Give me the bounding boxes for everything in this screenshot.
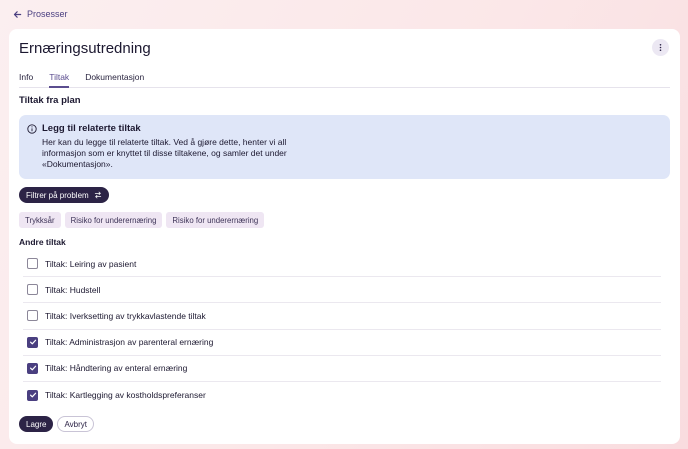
page-title: Ernæringsutredning: [19, 40, 151, 57]
content-card: Ernæringsutredning Info Tiltak Dokumenta…: [9, 29, 680, 444]
tab-info[interactable]: Info: [19, 70, 33, 87]
checkbox[interactable]: [27, 310, 38, 322]
form-actions: Lagre Avbryt: [19, 416, 94, 432]
back-link[interactable]: Prosesser: [13, 9, 68, 19]
list-item[interactable]: Tiltak: Leiring av pasient: [23, 251, 661, 278]
arrow-left-icon: [13, 10, 22, 18]
tab-bar: Info Tiltak Dokumentasjon: [19, 70, 670, 88]
problem-chips: Trykksår Risiko for underernæring Risiko…: [19, 212, 265, 228]
info-icon: [27, 124, 37, 134]
list-item-label: Tiltak: Hudstell: [45, 284, 101, 295]
more-vertical-icon: [659, 43, 662, 52]
tab-dokumentasjon[interactable]: Dokumentasjon: [85, 70, 144, 87]
list-item[interactable]: Tiltak: Kartlegging av kostholdspreferan…: [23, 382, 661, 408]
checkbox[interactable]: [27, 258, 38, 270]
list-item-label: Tiltak: Iverksetting av trykkavlastende …: [45, 310, 206, 321]
problem-chip[interactable]: Risiko for underernæring: [64, 212, 163, 228]
tab-tiltak[interactable]: Tiltak: [49, 70, 70, 88]
measures-list: Tiltak: Leiring av pasient Tiltak: Hudst…: [23, 251, 661, 408]
filter-by-problem-button[interactable]: Filtrer på problem: [19, 187, 109, 203]
list-item-label: Tiltak: Kartlegging av kostholdspreferan…: [45, 390, 206, 401]
more-options-button[interactable]: [652, 39, 669, 56]
list-item[interactable]: Tiltak: Administrasjon av parenteral ern…: [23, 330, 661, 356]
checkmark-icon: [29, 339, 36, 345]
filter-button-label: Filtrer på problem: [26, 190, 89, 200]
save-button[interactable]: Lagre: [19, 416, 54, 432]
other-measures-title: Andre tiltak: [19, 237, 66, 247]
checkbox-checked[interactable]: [27, 336, 38, 348]
list-item-label: Tiltak: Håndtering av enteral ernæring: [45, 363, 188, 374]
info-banner: Legg til relaterte tiltak Her kan du leg…: [19, 115, 670, 179]
list-item-label: Tiltak: Leiring av pasient: [45, 258, 137, 269]
list-item[interactable]: Tiltak: Hudstell: [23, 277, 661, 304]
problem-chip[interactable]: Trykksår: [19, 212, 61, 228]
info-banner-text: Her kan du legge til relaterte tiltak. V…: [42, 137, 287, 169]
problem-chip[interactable]: Risiko for underernæring: [166, 212, 265, 228]
checkbox-checked[interactable]: [27, 389, 38, 401]
checkmark-icon: [29, 365, 36, 371]
checkbox[interactable]: [27, 284, 38, 296]
list-item[interactable]: Tiltak: Iverksetting av trykkavlastende …: [23, 303, 661, 330]
list-item[interactable]: Tiltak: Håndtering av enteral ernæring: [23, 356, 661, 382]
checkbox-checked[interactable]: [27, 362, 38, 374]
back-link-label: Prosesser: [27, 9, 68, 19]
info-banner-title: Legg til relaterte tiltak: [42, 123, 141, 134]
section-title: Tiltak fra plan: [19, 95, 81, 106]
swap-arrows-icon: [94, 191, 101, 199]
cancel-button[interactable]: Avbryt: [57, 416, 94, 432]
checkmark-icon: [29, 392, 36, 398]
list-item-label: Tiltak: Administrasjon av parenteral ern…: [45, 337, 214, 348]
